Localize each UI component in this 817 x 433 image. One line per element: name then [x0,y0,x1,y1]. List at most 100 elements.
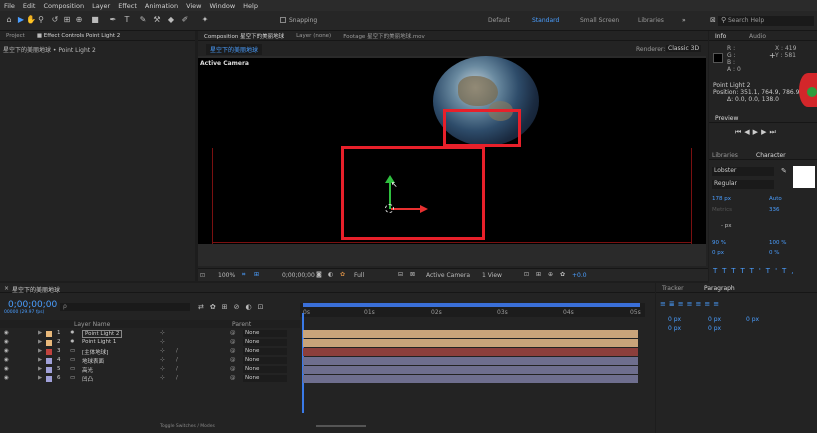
more-workspaces-icon[interactable]: » [682,17,686,24]
parent-pickwhip-icon[interactable]: @ [230,375,236,381]
time-ruler[interactable]: 0s 01s 02s 03s 04s 05s [300,303,645,317]
layer-name[interactable]: Point Light 1 [82,339,116,345]
layer-duration-bar[interactable] [303,330,638,338]
home-icon[interactable]: ⌂ [4,15,14,25]
preview-controls[interactable]: ⏮◀▶▶⏭ [735,128,779,137]
clone-stamp-tool-icon[interactable]: ⚒ [152,15,162,25]
parent-pickwhip-icon[interactable]: @ [230,339,236,345]
parent-pickwhip-icon[interactable]: @ [230,366,236,372]
tab-libraries[interactable]: Libraries [712,152,738,159]
font-family-select[interactable]: Lobster [712,167,774,176]
layer-row[interactable]: ◉ ▶ 2 ✹ Point Light 1 ⊹ @ None [0,339,300,347]
horizontal-scale-field[interactable]: 100 % [769,239,786,247]
eyedropper-icon[interactable]: ✎ [781,167,787,175]
layer-name[interactable]: [主体地球] [82,348,108,356]
layer-name[interactable]: 地球表面 [82,357,104,365]
shy-switch-icon[interactable]: ⊹ [160,366,165,372]
text-style-buttons[interactable]: TTTTT'T'T, [713,267,799,275]
menu-window[interactable]: Window [210,2,236,10]
tab-effect-controls[interactable]: ■ Effect Controls Point Light 2 [31,33,126,39]
label-color-swatch[interactable] [46,358,52,364]
always-preview-icon[interactable]: ⊡ [200,272,205,279]
shy-switch-icon[interactable]: ⊹ [160,375,165,381]
menu-effect[interactable]: Effect [118,2,137,10]
timeline-link-icon[interactable]: ⊞ [536,271,541,278]
parent-select[interactable]: None [243,366,287,373]
help-icon[interactable]: ⊠ [710,16,716,24]
layer-duration-bar[interactable] [303,357,638,365]
parent-pickwhip-icon[interactable]: @ [230,357,236,363]
label-color-swatch[interactable] [46,376,52,382]
tab-project[interactable]: Project [0,33,31,39]
resolution-dropdown[interactable]: Full [354,272,364,279]
label-color-swatch[interactable] [46,349,52,355]
region-of-interest-icon[interactable]: ⌗ [242,271,245,279]
parent-select[interactable]: None [243,357,287,364]
quality-switch-icon[interactable]: / [176,375,178,381]
visibility-icon[interactable]: ◉ [4,348,9,354]
camera-tool-icon[interactable]: ⊞ [62,15,72,25]
tab-footage[interactable]: Footage 星空下的美丽地球.mov [337,32,431,40]
layer-duration-bar[interactable] [303,366,638,374]
puppet-tool-icon[interactable]: ✦ [200,15,210,25]
indent-right-field[interactable]: 0 px [708,316,721,323]
layer-name[interactable]: 凹凸 [82,375,93,383]
workspace-libraries[interactable]: Libraries [638,17,664,24]
visibility-icon[interactable]: ◉ [4,375,9,381]
workspace-standard[interactable]: Standard [532,17,559,24]
layer-duration-bar[interactable] [303,375,638,383]
visibility-icon[interactable]: ◉ [4,366,9,372]
brush-tool-icon[interactable]: ✎ [138,15,148,25]
renderer-value[interactable]: Classic 3D [666,45,702,52]
menu-animation[interactable]: Animation [145,2,178,10]
shy-switch-icon[interactable]: ⊹ [160,357,165,363]
tab-info[interactable]: Info [715,33,726,40]
font-size-field[interactable]: 178 px [712,195,731,203]
kerning-field[interactable]: Metrics [712,206,732,214]
parent-select[interactable]: None [243,339,287,346]
label-color-swatch[interactable] [46,340,52,346]
label-color-swatch[interactable] [46,331,52,337]
quality-switch-icon[interactable]: / [176,357,178,363]
expand-icon[interactable]: ▶ [38,357,42,363]
menu-composition[interactable]: Composition [43,2,84,10]
col-layer-name[interactable]: Layer Name [74,321,110,328]
layer-name[interactable]: Point Light 2 [82,330,123,338]
layer-row[interactable]: ◉ ▶ 1 ✹ Point Light 2 ⊹ @ None [0,330,300,338]
views-dropdown[interactable]: 1 View [482,272,502,279]
indent-left-field[interactable]: 0 px [668,316,681,323]
parent-pickwhip-icon[interactable]: @ [230,330,236,336]
fill-color-swatch[interactable] [793,166,815,188]
3d-view-icon[interactable]: ⊠ [410,271,415,278]
visibility-icon[interactable]: ◉ [4,339,9,345]
rotate-tool-icon[interactable]: ↺ [50,15,60,25]
parent-select[interactable]: None [243,348,287,355]
grid-icon[interactable]: ⊞ [254,271,259,278]
space-before-field[interactable]: 0 px [708,325,721,332]
layer-duration-bar[interactable] [303,348,638,356]
timeline-timecode[interactable]: 0;00;00;00 [8,300,57,310]
zoom-tool-icon[interactable]: ⚲ [36,15,46,25]
expand-icon[interactable]: ▶ [38,330,42,336]
view-dropdown[interactable]: Active Camera [426,272,470,279]
layer-duration-bar[interactable] [303,339,638,347]
snapping-checkbox[interactable] [280,17,286,23]
indent-first-field[interactable]: 0 px [668,325,681,332]
timeline-switch-icons[interactable]: ⇄✿⊞⊘◐⊡ [198,303,269,311]
quality-switch-icon[interactable]: / [176,366,178,372]
leading-field[interactable]: Auto [769,195,782,203]
comp-subtab[interactable]: 星空下的美丽地球 [206,44,263,55]
transparency-grid-icon[interactable]: ⊟ [398,271,403,278]
zoom-slider[interactable] [316,425,366,427]
baseline-shift-field[interactable]: 0 px [712,249,724,257]
paragraph-align-buttons[interactable]: ≡≣≡≡≡≡≡ [660,300,722,308]
shy-switch-icon[interactable]: ⊹ [160,330,165,336]
menu-help[interactable]: Help [243,2,258,10]
menu-file[interactable]: File [4,2,15,10]
vertical-scale-field[interactable]: 90 % [712,239,726,247]
snapshot-icon[interactable]: ◙ [316,271,322,278]
layer-row[interactable]: ◉ ▶ 6 ▭ 凹凸 ⊹ / @ None [0,375,300,383]
pen-tool-icon[interactable]: ✒ [108,15,118,25]
menu-layer[interactable]: Layer [92,2,110,10]
workspace-small-screen[interactable]: Small Screen [580,17,619,24]
